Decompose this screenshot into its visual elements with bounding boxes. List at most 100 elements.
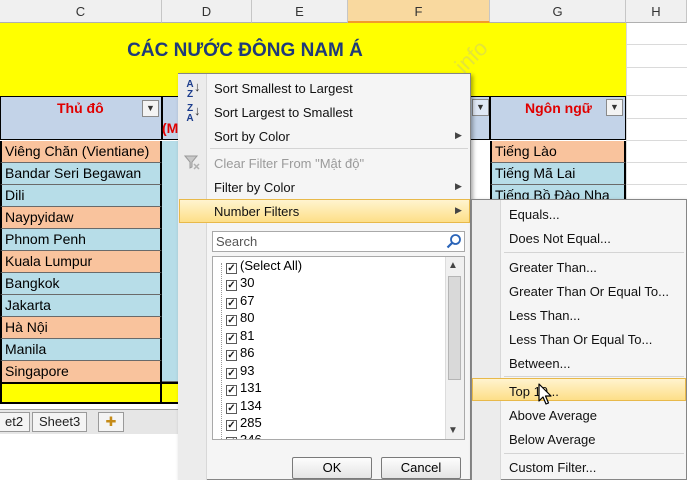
list-item-label: 81 — [240, 328, 255, 343]
submenu-arrow-icon: ▶ — [455, 181, 462, 191]
list-item[interactable]: ✓ 67 — [226, 293, 254, 310]
sheet-tab-sheet2[interactable]: et2 — [0, 412, 31, 432]
column-header-f[interactable]: F — [348, 0, 490, 23]
submenu-separator — [504, 252, 684, 253]
menu-icon-gutter — [178, 74, 207, 480]
submenu-top10-highlight — [472, 378, 686, 401]
mouse-pointer-icon — [538, 383, 552, 405]
menu-clear-filter[interactable]: Clear Filter From "Mật độ" — [214, 156, 364, 171]
ok-button[interactable]: OK — [292, 457, 372, 479]
submenu-less-than-or-equal[interactable]: Less Than Or Equal To... — [509, 332, 652, 347]
insert-sheet-icon[interactable]: ✚ — [98, 412, 124, 432]
checkbox[interactable]: ✓ — [226, 263, 237, 274]
menu-sort-descending[interactable]: Sort Largest to Smallest — [214, 105, 353, 120]
column-header-g[interactable]: G — [490, 0, 626, 23]
sheet-title: CÁC NƯỚC ĐÔNG NAM Á — [127, 40, 363, 61]
list-item-label: 285 — [240, 415, 262, 430]
cell-capital[interactable]: Bangkok — [0, 273, 162, 295]
list-item[interactable]: ✓ 81 — [226, 328, 254, 345]
checkbox[interactable]: ✓ — [226, 298, 237, 309]
list-item-label: 134 — [240, 398, 262, 413]
gridline — [626, 140, 687, 141]
search-icon[interactable] — [446, 233, 462, 249]
list-item[interactable]: ✓ 80 — [226, 310, 254, 327]
checkbox[interactable]: ✓ — [226, 420, 237, 431]
cell-capital[interactable]: Dili — [0, 185, 162, 207]
cell-capital[interactable]: Phnom Penh — [0, 229, 162, 251]
clear-filter-icon — [184, 155, 200, 170]
cell-capital[interactable]: Manila — [0, 339, 162, 361]
header-capital-label: Thủ đô — [57, 100, 104, 116]
menu-number-filters[interactable]: Number Filters — [214, 204, 299, 219]
cell-capital[interactable]: Singapore — [0, 361, 162, 383]
scrollbar-thumb[interactable] — [448, 276, 461, 380]
list-item[interactable]: ✓ 30 — [226, 275, 254, 292]
list-item-label: 93 — [240, 363, 255, 378]
submenu-less-than[interactable]: Less Than... — [509, 308, 580, 323]
list-item[interactable]: ✓ 285 — [226, 415, 262, 432]
column-header-d[interactable]: D — [162, 0, 252, 23]
cell-capital[interactable]: Jakarta — [0, 295, 162, 317]
list-item-label: 67 — [240, 293, 255, 308]
checkbox[interactable]: ✓ — [226, 280, 237, 291]
checkbox[interactable]: ✓ — [226, 333, 237, 344]
total-row[interactable] — [0, 382, 162, 404]
menu-sort-ascending[interactable]: Sort Smallest to Largest — [214, 81, 353, 96]
cell-capital[interactable]: Kuala Lumpur — [0, 251, 162, 273]
submenu-below-average[interactable]: Below Average — [509, 432, 596, 447]
filter-button-language[interactable]: ▼ — [606, 99, 623, 116]
menu-sort-by-color[interactable]: Sort by Color — [214, 129, 290, 144]
cell-language[interactable]: Tiếng Bồ Đào Nha — [490, 185, 626, 199]
sort-az-icon: A Z ↓ — [186, 79, 201, 100]
list-item[interactable]: ✓346 — [226, 432, 262, 439]
list-item[interactable]: ✓ 134 — [226, 398, 262, 415]
menu-separator — [210, 148, 468, 149]
cancel-button[interactable]: Cancel — [381, 457, 461, 479]
submenu-between[interactable]: Between... — [509, 356, 570, 371]
submenu-separator — [504, 376, 684, 377]
gridline — [626, 184, 687, 185]
list-item-label: 86 — [240, 345, 255, 360]
list-item[interactable]: ✓ 131 — [226, 380, 262, 397]
tree-guide — [221, 263, 222, 439]
list-item-label: 30 — [240, 275, 255, 290]
cell-language[interactable]: Tiếng Mã Lai — [490, 163, 626, 185]
checkbox[interactable]: ✓ — [226, 385, 237, 396]
checkbox[interactable]: ✓ — [226, 437, 237, 439]
cell-capital[interactable]: Hà Nội — [0, 317, 162, 339]
filter-button-density[interactable]: ▼ — [472, 99, 489, 116]
cell-language[interactable]: Tiếng Lào — [490, 141, 626, 163]
submenu-greater-than[interactable]: Greater Than... — [509, 260, 597, 275]
cell-capital[interactable]: Bandar Seri Begawan — [0, 163, 162, 185]
cell-capital[interactable]: Viêng Chăn (Vientiane) — [0, 141, 162, 163]
submenu-arrow-icon: ▶ — [455, 205, 462, 215]
checkbox[interactable]: ✓ — [226, 315, 237, 326]
menu-filter-by-color[interactable]: Filter by Color — [214, 180, 295, 195]
filter-button-capital[interactable]: ▼ — [142, 100, 159, 117]
search-input[interactable]: Search — [212, 231, 465, 252]
scroll-down-icon[interactable]: ▼ — [448, 425, 458, 436]
list-item-label: 80 — [240, 310, 255, 325]
submenu-arrow-icon: ▶ — [455, 130, 462, 140]
scroll-up-icon[interactable]: ▲ — [448, 260, 458, 271]
checkbox[interactable]: ✓ — [226, 403, 237, 414]
submenu-above-average[interactable]: Above Average — [509, 408, 597, 423]
submenu-custom-filter[interactable]: Custom Filter... — [509, 460, 596, 475]
list-item[interactable]: ✓ 93 — [226, 363, 254, 380]
list-item[interactable]: ✓ (Select All) — [226, 258, 302, 275]
list-item-label: 131 — [240, 380, 262, 395]
submenu-greater-than-or-equal[interactable]: Greater Than Or Equal To... — [509, 284, 669, 299]
submenu-does-not-equal[interactable]: Does Not Equal... — [509, 231, 611, 246]
cell-capital[interactable]: Naypyidaw — [0, 207, 162, 229]
column-header-e[interactable]: E — [252, 0, 348, 23]
column-header-c[interactable]: C — [0, 0, 162, 23]
header-fragment: (M — [162, 120, 179, 136]
checkbox[interactable]: ✓ — [226, 368, 237, 379]
gridline — [626, 118, 687, 119]
checkbox[interactable]: ✓ — [226, 350, 237, 361]
column-header-h[interactable]: H — [626, 0, 687, 23]
gridline — [626, 95, 687, 96]
list-item[interactable]: ✓ 86 — [226, 345, 254, 362]
sheet-tab-sheet3[interactable]: Sheet3 — [32, 412, 88, 432]
submenu-equals[interactable]: Equals... — [509, 207, 560, 222]
